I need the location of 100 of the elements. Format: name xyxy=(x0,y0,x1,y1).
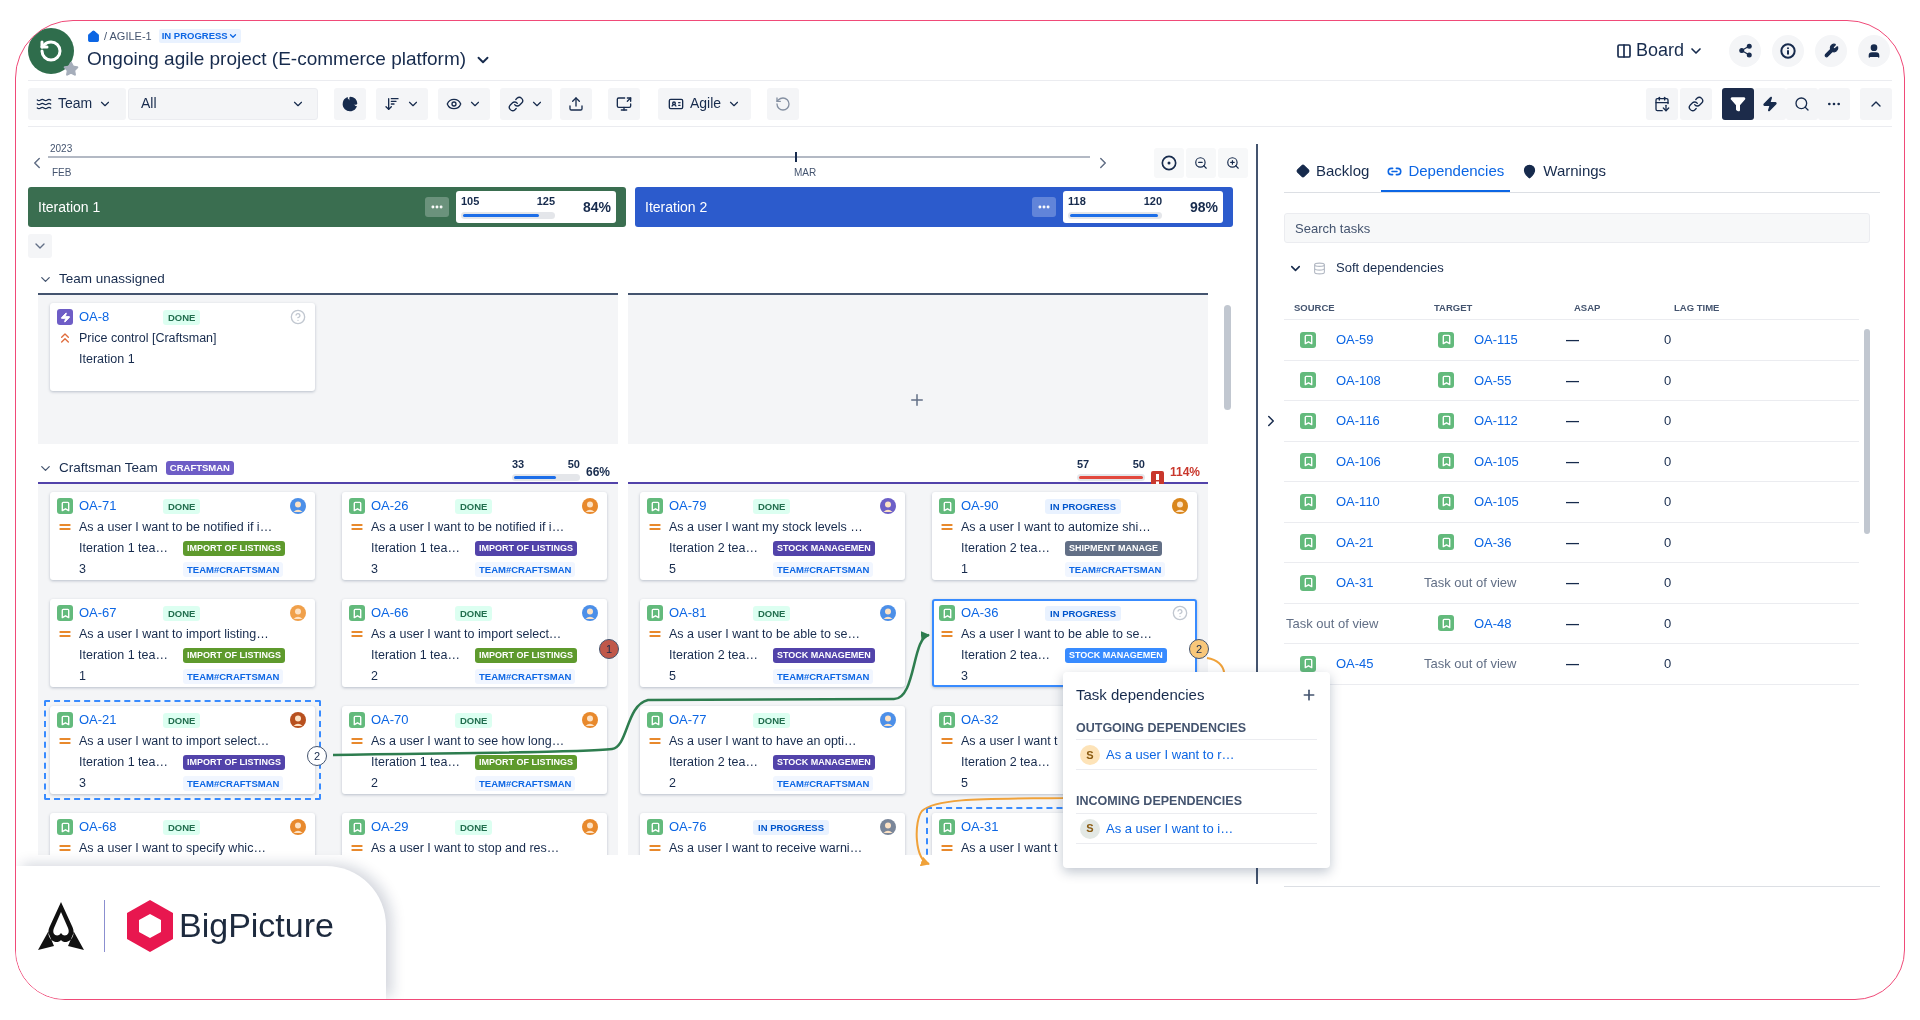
task-summary: As a user I want to import listing… xyxy=(79,625,269,643)
iteration-text: Iteration 1 tea… xyxy=(371,646,461,664)
story-points: 2 xyxy=(371,774,379,792)
status-badge: DONE xyxy=(163,712,201,728)
iteration-text: Iteration 2 tea… xyxy=(669,539,759,557)
task-summary: As a user I want to import select… xyxy=(79,732,270,750)
status-badge: DONE xyxy=(753,605,791,621)
status-badge: DONE xyxy=(455,605,493,621)
capacity-percent: 98% xyxy=(1189,197,1218,217)
year-label: 2023 xyxy=(50,142,73,156)
task-summary: As a user I want my stock levels … xyxy=(669,518,863,536)
iteration-text: Iteration 2 tea… xyxy=(669,646,759,664)
story-points: 3 xyxy=(961,667,969,685)
asap-value: — xyxy=(1565,533,1580,552)
asap-value: — xyxy=(1565,331,1580,349)
lag-time: 0 xyxy=(1664,533,1672,552)
iteration-text: Iteration 1 tea… xyxy=(371,539,461,557)
capacity-percent: 114% xyxy=(1169,464,1200,481)
asap-value: — xyxy=(1565,493,1580,511)
capacity-total: 120 xyxy=(1143,195,1162,208)
iteration-text: Iteration 2 tea… xyxy=(961,646,1051,664)
lag-time: 0 xyxy=(1664,614,1672,633)
column-header: ASAP xyxy=(1574,300,1602,315)
task-summary: As a user I want to see how long… xyxy=(371,732,565,750)
lag-time: 0 xyxy=(1664,655,1672,673)
task-summary: As a user I want to specify whic… xyxy=(79,839,266,855)
status-badge: DONE xyxy=(455,712,493,728)
asap-value: — xyxy=(1565,412,1580,430)
label-badge: STOCK MANAGEMEN xyxy=(773,540,875,556)
story-points: 3 xyxy=(371,560,379,578)
capacity-percent: 66% xyxy=(585,464,610,481)
iteration-text: Iteration 2 tea… xyxy=(961,753,1051,771)
label-badge: IMPORT OF LISTINGS xyxy=(475,647,577,663)
team-badge: TEAM#CRAFTSMAN xyxy=(475,561,576,577)
team-badge: TEAM#CRAFTSMAN xyxy=(475,668,576,684)
status-badge: IN PROGRESS xyxy=(1045,605,1121,621)
asap-value: — xyxy=(1565,452,1580,471)
task-initial: S xyxy=(1080,744,1100,765)
out-of-view-text: Task out of view xyxy=(1286,614,1379,633)
iteration-text: Iteration 1 tea… xyxy=(79,539,169,557)
capacity-done: 57 xyxy=(1076,458,1090,471)
status-badge: DONE xyxy=(455,498,493,514)
lag-time: 0 xyxy=(1664,412,1672,430)
task-summary: As a user I want to be able to se… xyxy=(669,625,861,643)
popup-title: Task dependencies xyxy=(1076,685,1205,705)
team-badge: TEAM#CRAFTSMAN xyxy=(1065,561,1166,577)
team-badge: TEAM#CRAFTSMAN xyxy=(773,775,874,791)
team-badge: TEAM#CRAFTSMAN xyxy=(475,775,576,791)
task-initial: S xyxy=(1080,818,1100,839)
label-badge: STOCK MANAGEMEN xyxy=(1065,647,1167,663)
lag-time: 0 xyxy=(1664,452,1672,471)
lag-time: 0 xyxy=(1664,574,1672,592)
label-badge: IMPORT OF LISTINGS xyxy=(475,754,577,770)
status-badge: DONE xyxy=(455,819,493,835)
story-points: 3 xyxy=(79,560,87,578)
lag-time: 0 xyxy=(1664,371,1672,390)
label-badge: STOCK MANAGEMEN xyxy=(773,647,875,663)
asap-value: — xyxy=(1565,574,1580,592)
iteration-name: Iteration 2 xyxy=(645,197,708,217)
task-summary: As a user I want to be notified if i… xyxy=(371,518,565,536)
section-heading: INCOMING DEPENDENCIES xyxy=(1076,792,1317,814)
task-summary: As a user I want to receive warni… xyxy=(669,839,863,855)
task-summary: As a user I want to automize shi… xyxy=(961,518,1151,536)
iteration-text: Iteration 1 xyxy=(79,350,136,368)
label-badge: IMPORT OF LISTINGS xyxy=(183,647,285,663)
team-tag: CRAFTSMAN xyxy=(165,461,234,475)
asap-value: — xyxy=(1565,371,1580,390)
capacity-total: 125 xyxy=(536,195,555,208)
status-badge: IN PROGRESS xyxy=(1045,498,1121,514)
task-summary: As a user I want t xyxy=(961,732,1058,750)
story-points: 2 xyxy=(371,667,379,685)
column-header: LAG TIME xyxy=(1674,300,1720,315)
story-points: 1 xyxy=(961,560,969,578)
label-badge: IMPORT OF LISTINGS xyxy=(475,540,577,556)
task-summary: As a user I want to be notified if i… xyxy=(79,518,273,536)
task-summary: As a user I want to be able to se… xyxy=(961,625,1153,643)
task-summary: As a user I want t xyxy=(961,839,1058,855)
status-badge: DONE xyxy=(753,498,791,514)
iteration-text: Iteration 1 tea… xyxy=(371,753,461,771)
brand-name: BigPicture xyxy=(179,905,334,946)
story-points: 5 xyxy=(669,667,677,685)
team-badge: TEAM#CRAFTSMAN xyxy=(773,668,874,684)
task-summary: As a user I want to have an opti… xyxy=(669,732,857,750)
status-badge: DONE xyxy=(753,712,791,728)
story-points: 5 xyxy=(669,560,677,578)
out-of-view-text: Task out of view xyxy=(1424,655,1517,673)
capacity-percent: 84% xyxy=(582,197,611,217)
asap-value: — xyxy=(1565,655,1580,673)
status-badge: IN PROGRESS xyxy=(753,819,829,835)
status-badge: DONE xyxy=(163,498,201,514)
story-points: 3 xyxy=(79,774,87,792)
section-heading: OUTGOING DEPENDENCIES xyxy=(1076,718,1317,741)
status-badge: DONE xyxy=(163,819,201,835)
status-badge: DONE xyxy=(163,605,201,621)
story-points: 1 xyxy=(79,667,87,685)
month-label: MAR xyxy=(794,166,817,180)
capacity-total: 50 xyxy=(1132,458,1145,471)
capacity-total: 50 xyxy=(567,458,580,471)
lag-time: 0 xyxy=(1664,331,1672,349)
out-of-view-text: Task out of view xyxy=(1424,574,1517,592)
